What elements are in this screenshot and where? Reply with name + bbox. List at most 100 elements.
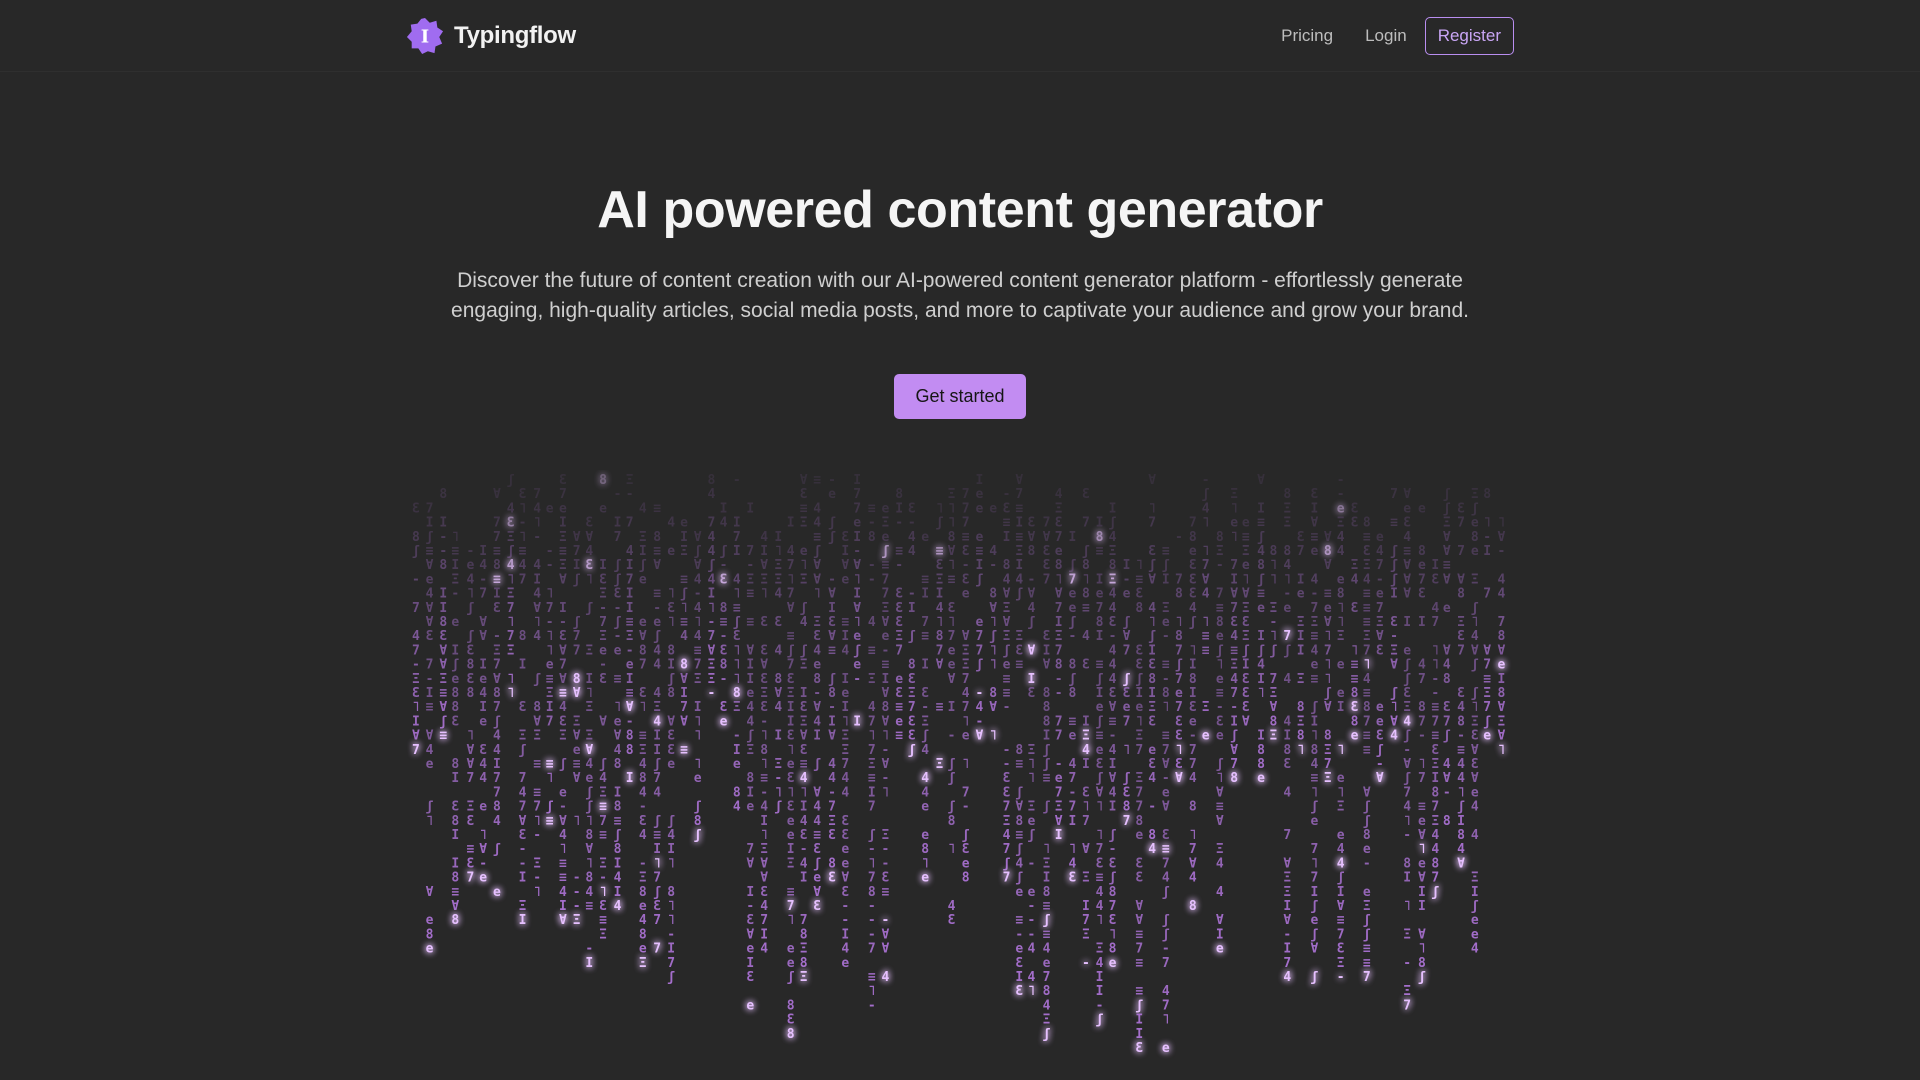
matrix-glyph: Ɛ — [936, 558, 944, 573]
matrix-glyph: 8 — [828, 686, 836, 701]
matrix-glyph: e — [1069, 729, 1077, 744]
matrix-glyph: Ɛ — [507, 516, 515, 531]
matrix-glyph: 4 — [976, 700, 984, 715]
matrix-glyph: Ɛ — [1055, 516, 1063, 531]
matrix-glyph: Ξ — [746, 572, 754, 587]
matrix-glyph: 4 — [1363, 572, 1371, 587]
matrix-glyph: e — [733, 757, 741, 772]
matrix-glyph: 7 — [412, 743, 420, 758]
matrix-glyph: 4 — [936, 601, 944, 616]
matrix-glyph: ʃ — [1363, 927, 1371, 942]
matrix-glyph: e — [841, 686, 849, 701]
matrix-glyph: 8 — [639, 885, 647, 900]
matrix-glyph: Ξ — [519, 729, 527, 744]
matrix-glyph: ˥ — [989, 643, 997, 658]
matrix-glyph: 8 — [439, 615, 447, 630]
matrix-glyph: - — [828, 572, 836, 587]
matrix-glyph: 7 — [1431, 800, 1439, 815]
matrix-glyph: Ɐ — [493, 487, 501, 502]
matrix-glyph: 7 — [1175, 672, 1183, 687]
matrix-glyph: 4 — [1471, 828, 1479, 843]
register-button[interactable]: Register — [1424, 17, 1514, 55]
matrix-glyph: 4 — [841, 771, 849, 786]
matrix-glyph: ≡ — [868, 771, 876, 786]
matrix-glyph: ≡ — [1363, 729, 1371, 744]
matrix-glyph: I — [653, 729, 661, 744]
matrix-glyph: Ɛ — [1003, 785, 1011, 800]
matrix-glyph: ˥ — [1162, 700, 1170, 715]
matrix-glyph: e — [1055, 771, 1063, 786]
matrix-glyph: ˥ — [868, 729, 876, 744]
matrix-glyph: I — [1082, 714, 1090, 729]
matrix-glyph: Ɐ — [1311, 942, 1319, 957]
matrix-glyph: Ɛ — [479, 743, 487, 758]
matrix-glyph: Ɐ — [1109, 700, 1117, 715]
matrix-glyph: Ɐ — [1283, 913, 1291, 928]
get-started-button[interactable]: Get started — [894, 374, 1026, 419]
brand-link[interactable]: I Typingflow — [406, 16, 576, 56]
matrix-glyph: ˥ — [787, 913, 795, 928]
matrix-glyph: Ξ — [1363, 629, 1371, 644]
matrix-glyph: Ɐ — [1043, 658, 1051, 673]
matrix-glyph: Ɛ — [1351, 501, 1359, 516]
matrix-glyph: ʃ — [694, 800, 702, 815]
matrix-glyph: I — [451, 828, 459, 843]
matrix-glyph: 7 — [853, 501, 861, 516]
matrix-glyph: Ɛ — [1390, 615, 1398, 630]
matrix-glyph: - — [733, 729, 741, 744]
matrix-glyph: Ɐ — [746, 927, 754, 942]
matrix-glyph: ≡ — [800, 501, 808, 516]
matrix-glyph: - — [868, 558, 876, 573]
matrix-glyph: - — [479, 856, 487, 871]
matrix-glyph: I — [667, 842, 675, 857]
matrix-glyph: ˥ — [451, 530, 459, 545]
matrix-glyph: Ξ — [800, 942, 808, 957]
matrix-glyph: I — [533, 572, 541, 587]
matrix-glyph: 4 — [1498, 587, 1506, 602]
nav-login-link[interactable]: Login — [1365, 26, 1407, 46]
matrix-glyph: e — [1189, 544, 1197, 559]
matrix-glyph: 4 — [1096, 899, 1104, 914]
matrix-glyph: - — [746, 899, 754, 914]
matrix-glyph: Ɛ — [787, 800, 795, 815]
matrix-glyph: I — [733, 516, 741, 531]
matrix-glyph: e — [1337, 501, 1345, 516]
matrix-glyph: Ξ — [585, 700, 593, 715]
matrix-glyph: 7 — [1483, 587, 1491, 602]
matrix-glyph: Ɛ — [1283, 757, 1291, 772]
matrix-glyph: - — [1337, 473, 1345, 488]
matrix-glyph: I — [921, 658, 929, 673]
matrix-glyph: ≡ — [1135, 984, 1143, 999]
matrix-glyph: Ξ — [1311, 615, 1319, 630]
matrix-glyph: 7 — [1109, 899, 1117, 914]
matrix-glyph: I — [1418, 885, 1426, 900]
matrix-glyph: Ɐ — [1443, 643, 1451, 658]
matrix-glyph: Ɛ — [1230, 615, 1238, 630]
matrix-glyph: e — [1148, 743, 1156, 758]
matrix-glyph: e — [1418, 814, 1426, 829]
matrix-glyph: Ξ — [1403, 927, 1411, 942]
matrix-glyph: - — [853, 544, 861, 559]
matrix-glyph: ʃ — [1003, 856, 1011, 871]
matrix-glyph: 7 — [948, 629, 956, 644]
matrix-glyph: ˥ — [882, 785, 890, 800]
matrix-glyph: Ξ — [800, 714, 808, 729]
matrix-glyph: Ɛ — [1109, 615, 1117, 630]
matrix-glyph: I — [626, 771, 634, 786]
matrix-glyph: - — [1418, 729, 1426, 744]
matrix-glyph: 7 — [546, 601, 554, 616]
nav-pricing-link[interactable]: Pricing — [1281, 26, 1333, 46]
matrix-glyph: - — [1015, 927, 1023, 942]
matrix-glyph: - — [921, 700, 929, 715]
matrix-glyph: 7 — [493, 785, 501, 800]
matrix-glyph: Ɐ — [1055, 814, 1063, 829]
matrix-glyph: I — [1109, 501, 1117, 516]
matrix-glyph: Ɐ — [426, 885, 434, 900]
matrix-glyph: Ɛ — [1135, 856, 1143, 871]
matrix-glyph: ʃ — [1096, 771, 1104, 786]
matrix-glyph: 4 — [800, 856, 808, 871]
matrix-glyph: e — [1015, 942, 1023, 957]
matrix-glyph: Ξ — [1270, 729, 1278, 744]
matrix-glyph: 8 — [1189, 800, 1197, 815]
matrix-glyph: I — [493, 757, 501, 772]
